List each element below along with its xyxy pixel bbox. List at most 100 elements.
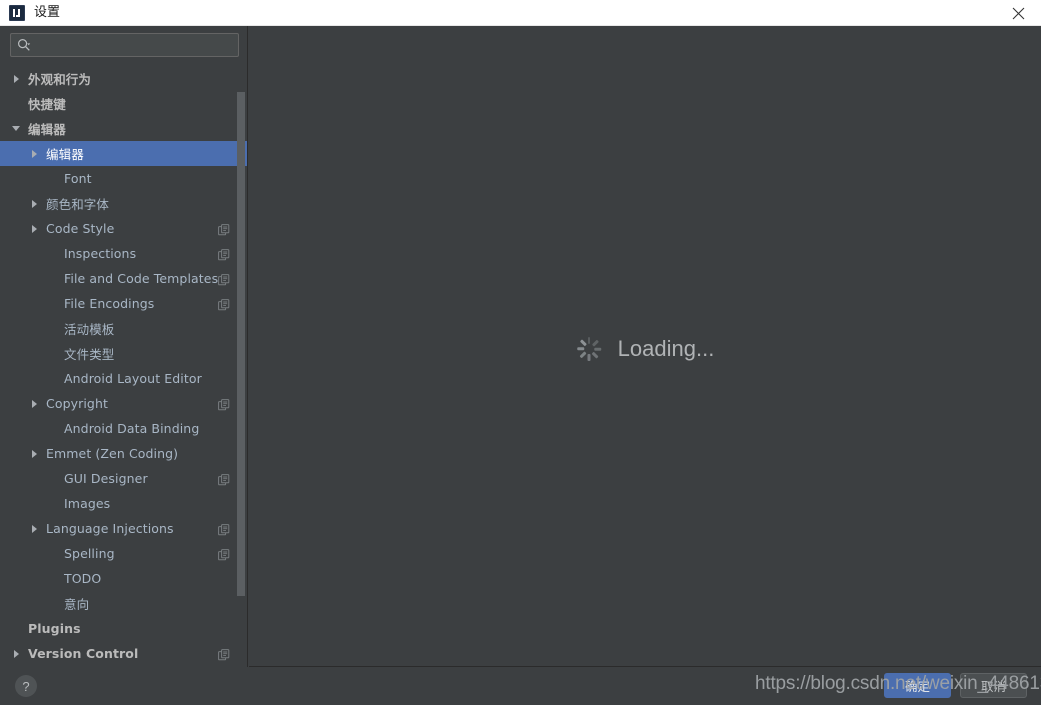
cancel-button[interactable]: 取消 (960, 673, 1027, 698)
chevron-right-icon[interactable] (28, 223, 40, 235)
sidebar-item-[interactable]: 颜色和字体 (0, 191, 247, 216)
sidebar-item-label: Copyright (46, 396, 108, 411)
dialog-content: 外观和行为 快捷键 编辑器 编辑器 Font 颜色和字体 Code Style Inspect… (0, 26, 1041, 705)
chevron-right-icon[interactable] (28, 198, 40, 210)
sidebar-item-font[interactable]: Font (0, 166, 247, 191)
dialog-button-group: 确定 取消 (884, 673, 1027, 698)
sidebar-item-version-control[interactable]: Version Control (0, 641, 247, 666)
sidebar-item-emmet-zen-coding[interactable]: Emmet (Zen Coding) (0, 441, 247, 466)
sidebar-item-android-data-binding[interactable]: Android Data Binding (0, 416, 247, 441)
settings-main-panel: Loading... (249, 26, 1041, 667)
sidebar-item-label: 外观和行为 (28, 72, 92, 87)
sidebar-item-label: File and Code Templates (64, 271, 219, 286)
copy-settings-icon[interactable] (218, 548, 230, 560)
sidebar-item-label: TODO (64, 571, 102, 586)
sidebar-item-[interactable]: 意向 (0, 591, 247, 616)
sidebar-item-[interactable]: 编辑器 (0, 116, 247, 141)
copy-settings-icon[interactable] (218, 273, 230, 285)
sidebar-item-gui-designer[interactable]: GUI Designer (0, 466, 247, 491)
settings-dialog: 设置 外观和行为 快捷键 编辑器 编辑器 Font 颜色和字体 Code Sty… (0, 0, 1041, 705)
sidebar-item-[interactable]: 文件类型 (0, 341, 247, 366)
sidebar-item-copyright[interactable]: Copyright (0, 391, 247, 416)
sidebar-item-label: Inspections (64, 246, 137, 261)
copy-settings-icon[interactable] (218, 473, 230, 485)
sidebar-item-label: Language Injections (46, 521, 174, 536)
sidebar-item-images[interactable]: Images (0, 491, 247, 516)
sidebar-item-label: 意向 (64, 597, 90, 612)
sidebar-item-[interactable]: 活动模板 (0, 316, 247, 341)
sidebar-item-android-layout-editor[interactable]: Android Layout Editor (0, 366, 247, 391)
sidebar-item-label: 编辑器 (46, 147, 84, 162)
sidebar-item-label: Images (64, 496, 111, 511)
sidebar-item-code-style[interactable]: Code Style (0, 216, 247, 241)
sidebar-item-spelling[interactable]: Spelling (0, 541, 247, 566)
sidebar-item-label: 编辑器 (28, 122, 66, 137)
sidebar-item-[interactable]: 编辑器 (0, 141, 247, 166)
chevron-right-icon[interactable] (10, 73, 22, 85)
sidebar-item-language-injections[interactable]: Language Injections (0, 516, 247, 541)
sidebar-item-label: File Encodings (64, 296, 155, 311)
sidebar-item-todo[interactable]: TODO (0, 566, 247, 591)
sidebar-item-label: 快捷键 (28, 97, 66, 112)
sidebar-item-file-and-code-templates[interactable]: File and Code Templates (0, 266, 247, 291)
sidebar-item-label: 颜色和字体 (46, 197, 110, 212)
search-icon (17, 38, 31, 52)
sidebar-item-inspections[interactable]: Inspections (0, 241, 247, 266)
search-field[interactable] (31, 35, 238, 55)
search-row (0, 26, 247, 64)
settings-tree: 外观和行为 快捷键 编辑器 编辑器 Font 颜色和字体 Code Style Inspect… (0, 66, 247, 667)
copy-settings-icon[interactable] (218, 398, 230, 410)
copy-settings-icon[interactable] (218, 298, 230, 310)
settings-sidebar: 外观和行为 快捷键 编辑器 编辑器 Font 颜色和字体 Code Style Inspect… (0, 26, 248, 667)
sidebar-item-label: GUI Designer (64, 471, 148, 486)
search-input[interactable] (10, 33, 239, 57)
title-bar: 设置 (0, 0, 1041, 26)
loading-spinner-icon (576, 336, 602, 362)
close-icon[interactable] (996, 0, 1041, 26)
sidebar-item-file-encodings[interactable]: File Encodings (0, 291, 247, 316)
sidebar-item-label: Font (64, 171, 92, 186)
copy-settings-icon[interactable] (218, 523, 230, 535)
sidebar-item-label: Plugins (28, 621, 81, 636)
copy-settings-icon[interactable] (218, 223, 230, 235)
chevron-down-icon[interactable] (10, 123, 22, 135)
chevron-right-icon[interactable] (10, 648, 22, 660)
dialog-footer: ? 确定 取消 (0, 667, 1041, 705)
chevron-right-icon[interactable] (28, 448, 40, 460)
help-button[interactable]: ? (15, 675, 37, 697)
sidebar-scrollbar[interactable] (237, 92, 245, 596)
copy-settings-icon[interactable] (218, 248, 230, 260)
chevron-right-icon[interactable] (28, 523, 40, 535)
sidebar-item-label: Code Style (46, 221, 115, 236)
loading-label: Loading... (617, 336, 715, 361)
intellij-idea-logo-icon (9, 4, 25, 21)
sidebar-item-label: Android Data Binding (64, 421, 200, 436)
sidebar-item-label: 文件类型 (64, 347, 115, 362)
chevron-right-icon[interactable] (28, 148, 40, 160)
copy-settings-icon[interactable] (218, 648, 230, 660)
loading-indicator: Loading... (249, 336, 1041, 362)
sidebar-item-label: 活动模板 (64, 322, 115, 337)
sidebar-item-label: Version Control (28, 646, 139, 661)
sidebar-item-[interactable]: 外观和行为 (0, 66, 247, 91)
sidebar-item-label: Emmet (Zen Coding) (46, 446, 179, 461)
ok-button[interactable]: 确定 (884, 673, 951, 698)
sidebar-item-[interactable]: 快捷键 (0, 91, 247, 116)
window-title: 设置 (34, 4, 61, 20)
chevron-right-icon[interactable] (28, 398, 40, 410)
sidebar-item-plugins[interactable]: Plugins (0, 616, 247, 641)
